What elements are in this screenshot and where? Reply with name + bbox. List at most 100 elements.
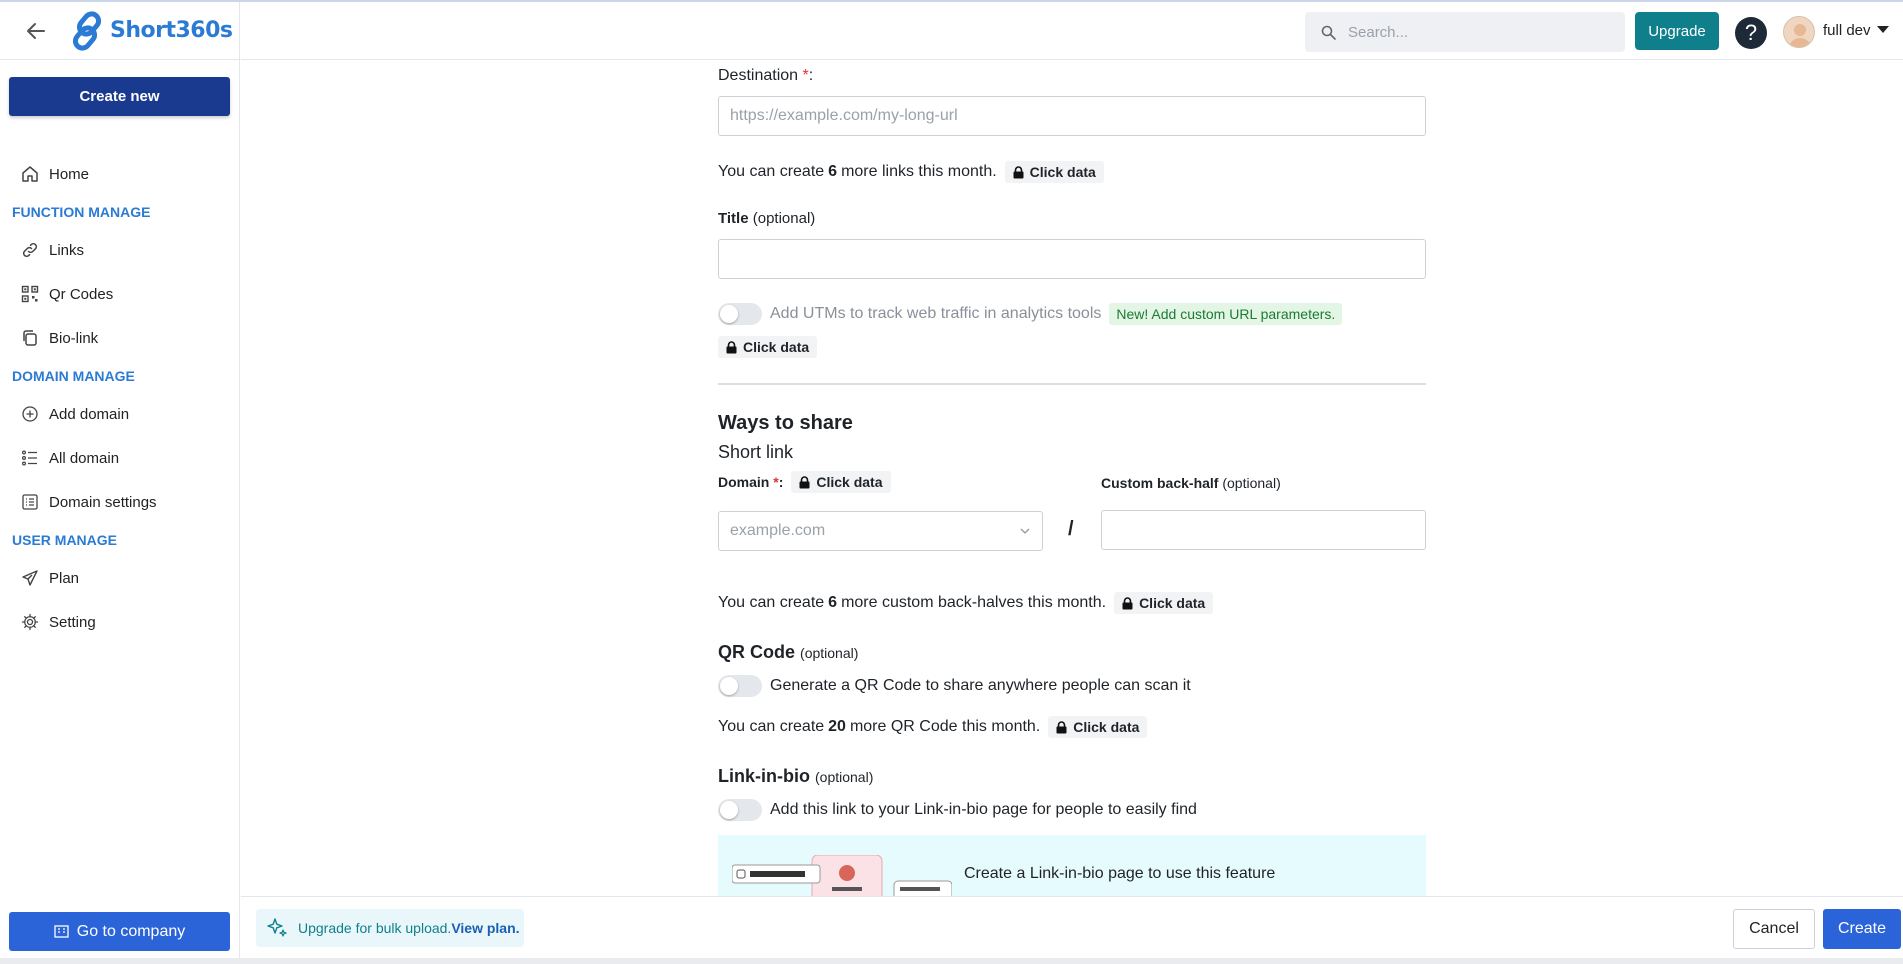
lock-icon bbox=[1056, 720, 1067, 733]
section-domain-manage: DOMAIN MANAGE bbox=[12, 368, 135, 384]
sidebar-item-home[interactable]: Home bbox=[0, 152, 240, 196]
sidebar-item-bio-link[interactable]: Bio-link bbox=[0, 316, 240, 360]
lock-icon bbox=[1013, 165, 1024, 178]
search-input[interactable] bbox=[1348, 23, 1608, 41]
chevron-down-icon bbox=[1020, 528, 1030, 534]
footer-bar: Upgrade for bulk upload. View plan. Cance… bbox=[241, 896, 1903, 958]
settings-list-icon bbox=[20, 492, 40, 512]
sidebar-item-plan[interactable]: Plan bbox=[0, 556, 240, 600]
utm-click-data-row: Click data bbox=[718, 336, 818, 358]
upgrade-button[interactable]: Upgrade bbox=[1635, 12, 1719, 50]
lock-icon bbox=[799, 475, 810, 488]
top-header: Upgrade ? full dev bbox=[241, 2, 1903, 60]
utm-row: Add UTMs to track web traffic in analyti… bbox=[718, 303, 1343, 325]
link-in-bio-card[interactable]: Create a Link-in-bio page to use this fe… bbox=[718, 835, 1426, 896]
section-function-manage: FUNCTION MANAGE bbox=[12, 204, 151, 220]
sidebar-item-label: Home bbox=[49, 165, 90, 183]
click-data-tag[interactable]: Click data bbox=[1004, 161, 1104, 183]
domain-label-row: Domain *: Click data bbox=[718, 471, 891, 493]
search-box[interactable] bbox=[1305, 12, 1625, 52]
bulk-upload-text: Upgrade for bulk upload. bbox=[298, 920, 452, 936]
new-badge: New! Add custom URL parameters. bbox=[1109, 303, 1343, 325]
bio-toggle[interactable] bbox=[718, 799, 762, 821]
utm-toggle[interactable] bbox=[718, 303, 762, 325]
click-data-tag[interactable]: Click data bbox=[1048, 716, 1148, 738]
sidebar-item-label: Domain settings bbox=[49, 493, 157, 511]
qr-icon bbox=[20, 284, 40, 304]
go-to-company-button[interactable]: Go to company bbox=[9, 912, 230, 951]
sidebar-item-label: All domain bbox=[49, 449, 120, 467]
sidebar-nav: Home FUNCTION MANAGE Links Qr Codes Bio-… bbox=[0, 152, 240, 644]
brand-bar: Short360s bbox=[0, 2, 239, 60]
back-half-label: Custom back-half (optional) bbox=[1101, 475, 1281, 491]
section-divider bbox=[718, 383, 1426, 385]
destination-input[interactable] bbox=[718, 96, 1426, 136]
main-content: Destination *: You can create6more links… bbox=[241, 61, 1903, 896]
title-label: Title (optional) bbox=[718, 210, 816, 227]
plus-circle-icon bbox=[20, 404, 40, 424]
bio-toggle-row: Add this link to your Link-in-bio page f… bbox=[718, 799, 1197, 821]
link-icon bbox=[20, 240, 40, 260]
domain-select[interactable]: example.com bbox=[718, 511, 1043, 551]
help-icon[interactable]: ? bbox=[1735, 17, 1767, 49]
qr-toggle-text: Generate a QR Code to share anywhere peo… bbox=[770, 677, 1191, 694]
click-data-tag[interactable]: Click data bbox=[718, 336, 818, 358]
view-plan-link[interactable]: View plan. bbox=[451, 920, 519, 936]
backhalf-quota-info: You can create 6 more custom back-halves t… bbox=[718, 592, 1214, 614]
bio-toggle-text: Add this link to your Link-in-bio page f… bbox=[770, 801, 1197, 818]
sidebar-item-qr-codes[interactable]: Qr Codes bbox=[0, 272, 240, 316]
sidebar-item-label: Setting bbox=[49, 613, 96, 631]
utm-text: Add UTMs to track web traffic in analyti… bbox=[770, 305, 1102, 322]
create-button[interactable]: Create bbox=[1823, 909, 1901, 949]
send-icon bbox=[20, 568, 40, 588]
sidebar-item-domain-settings[interactable]: Domain settings bbox=[0, 480, 240, 524]
logo-link-icon bbox=[68, 10, 108, 51]
user-menu-caret-icon[interactable] bbox=[1877, 26, 1889, 33]
custom-back-half-input[interactable] bbox=[1101, 510, 1426, 550]
bio-card-text: Create a Link-in-bio page to use this fe… bbox=[964, 865, 1276, 882]
avatar[interactable] bbox=[1783, 16, 1815, 48]
links-quota-info: You can create 6 more links this month. Cl… bbox=[718, 161, 1104, 183]
qr-code-heading: QR Code (optional) bbox=[718, 642, 859, 662]
search-icon bbox=[1321, 25, 1336, 40]
list-icon bbox=[20, 448, 40, 468]
bio-preview-illustration bbox=[732, 855, 952, 896]
destination-label: Destination *: bbox=[718, 67, 814, 84]
bottom-scrollbar-strip bbox=[0, 958, 1903, 964]
copy-icon bbox=[20, 328, 40, 348]
qr-quota-info: You can create 20 more QR Code this month.… bbox=[718, 716, 1148, 738]
slash-separator: / bbox=[1068, 518, 1074, 540]
building-icon bbox=[54, 925, 69, 938]
click-data-tag[interactable]: Click data bbox=[1114, 592, 1214, 614]
short-link-heading: Short link bbox=[718, 442, 794, 462]
title-input[interactable] bbox=[718, 239, 1426, 279]
sidebar-item-label: Add domain bbox=[49, 405, 130, 423]
domain-label: Domain *: bbox=[718, 474, 784, 490]
sidebar-item-links[interactable]: Links bbox=[0, 228, 240, 272]
back-arrow-icon[interactable] bbox=[26, 20, 48, 42]
user-name[interactable]: full dev bbox=[1823, 22, 1871, 39]
logo-text[interactable]: Short360s bbox=[110, 18, 233, 43]
cancel-button[interactable]: Cancel bbox=[1733, 909, 1815, 949]
create-new-button[interactable]: Create new bbox=[9, 77, 230, 116]
sidebar-item-label: Plan bbox=[49, 569, 80, 587]
sidebar-item-label: Qr Codes bbox=[49, 285, 114, 303]
sidebar-item-all-domain[interactable]: All domain bbox=[0, 436, 240, 480]
sidebar-item-label: Links bbox=[49, 241, 85, 259]
qr-toggle-row: Generate a QR Code to share anywhere peo… bbox=[718, 675, 1191, 697]
lock-icon bbox=[726, 340, 737, 353]
home-icon bbox=[20, 164, 40, 184]
click-data-tag[interactable]: Click data bbox=[791, 471, 891, 493]
gear-icon bbox=[20, 612, 40, 632]
sidebar-item-label: Bio-link bbox=[49, 329, 99, 347]
qr-toggle[interactable] bbox=[718, 675, 762, 697]
bulk-upload-banner: Upgrade for bulk upload. View plan. bbox=[256, 909, 524, 947]
link-in-bio-heading: Link-in-bio (optional) bbox=[718, 766, 874, 786]
sidebar-item-setting[interactable]: Setting bbox=[0, 600, 240, 644]
go-to-company-label: Go to company bbox=[76, 922, 186, 940]
sparkle-icon bbox=[267, 918, 287, 937]
section-user-manage: USER MANAGE bbox=[12, 532, 118, 548]
ways-to-share-heading: Ways to share bbox=[718, 412, 853, 434]
sidebar-item-add-domain[interactable]: Add domain bbox=[0, 392, 240, 436]
lock-icon bbox=[1122, 596, 1133, 609]
